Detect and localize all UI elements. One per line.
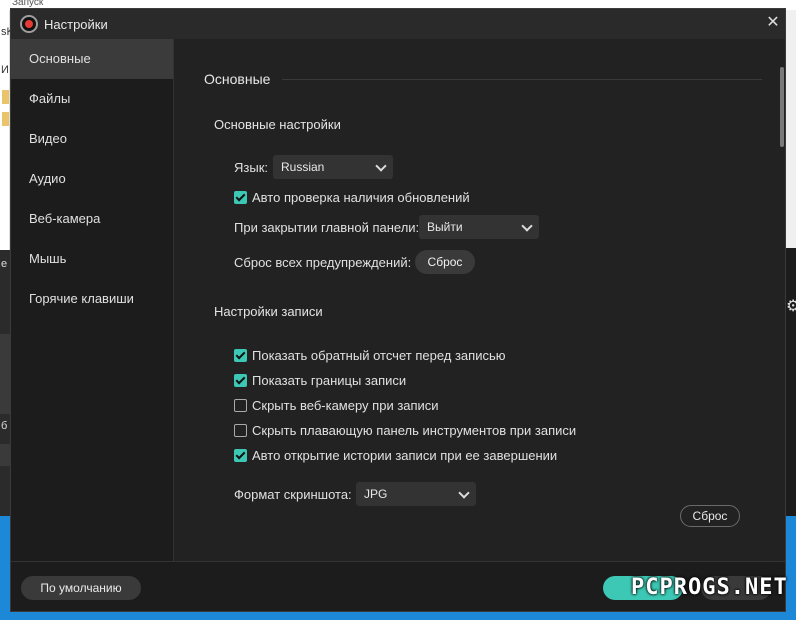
- close-icon[interactable]: ✕: [763, 13, 783, 33]
- sidebar-item-video[interactable]: Видео: [11, 119, 173, 159]
- close-panel-label: При закрытии главной панели:: [234, 220, 420, 235]
- language-label: Язык:: [234, 160, 268, 175]
- scrollbar-thumb[interactable]: [780, 67, 784, 147]
- background-mark: б: [1, 420, 8, 432]
- countdown-label: Показать обратный отсчет перед записью: [252, 348, 506, 363]
- sidebar-item-mouse[interactable]: Мышь: [11, 239, 173, 279]
- reset-warnings-label: Сброс всех предупреждений:: [234, 255, 412, 270]
- reset-recording-button[interactable]: Сброс: [680, 505, 740, 527]
- background-left-block: [0, 444, 10, 466]
- language-value: Russian: [281, 160, 325, 174]
- gear-icon: ⚙: [786, 298, 796, 315]
- sidebar-item-audio[interactable]: Аудио: [11, 159, 173, 199]
- hide-toolbar-option[interactable]: Скрыть плавающую панель инструментов при…: [234, 422, 577, 440]
- auto-update-checkbox[interactable]: [234, 191, 247, 204]
- recording-settings-heading: Настройки записи: [214, 304, 323, 319]
- window-title: Настройки: [44, 17, 108, 32]
- hide-toolbar-checkbox[interactable]: [234, 424, 247, 437]
- settings-sidebar: Основные Файлы Видео Аудио Веб-камера Мы…: [11, 39, 173, 561]
- show-borders-checkbox[interactable]: [234, 374, 247, 387]
- show-borders-option[interactable]: Показать границы записи: [234, 372, 554, 390]
- sidebar-item-webcam[interactable]: Веб-камера: [11, 199, 173, 239]
- watermark: PCPROGS.NET: [631, 575, 788, 600]
- dialog-footer: По умолчанию PCPROGS.NET: [11, 561, 788, 611]
- background-left-panel: sK И: [0, 10, 14, 250]
- countdown-checkbox[interactable]: [234, 349, 247, 362]
- screenshot-format-select[interactable]: JPG: [356, 482, 476, 506]
- open-history-checkbox[interactable]: [234, 449, 247, 462]
- settings-dialog: Настройки ✕ Основные Файлы Видео Аудио В…: [10, 8, 788, 612]
- settings-content: Основные Основные настройки Язык: Russia…: [173, 39, 785, 561]
- sidebar-item-general[interactable]: Основные: [11, 39, 173, 79]
- chevron-down-icon: [458, 487, 470, 499]
- show-borders-label: Показать границы записи: [252, 373, 407, 388]
- auto-update-label: Авто проверка наличия обновлений: [252, 190, 470, 205]
- background-folder-icon: [2, 112, 9, 126]
- chevron-down-icon: [375, 160, 387, 172]
- screenshot-format-value: JPG: [364, 487, 388, 501]
- general-settings-heading: Основные настройки: [214, 117, 341, 132]
- hide-webcam-option[interactable]: Скрыть веб-камеру при записи: [234, 397, 554, 415]
- background-mark: И: [1, 64, 9, 76]
- reset-warnings-button[interactable]: Сброс: [415, 250, 475, 274]
- record-icon: [20, 15, 38, 33]
- sidebar-item-files[interactable]: Файлы: [11, 79, 173, 119]
- background-right-panel: [786, 248, 796, 516]
- restore-defaults-button[interactable]: По умолчанию: [21, 576, 141, 600]
- section-divider: [282, 79, 762, 80]
- sidebar-item-hotkeys[interactable]: Горячие клавиши: [11, 279, 173, 319]
- countdown-option[interactable]: Показать обратный отсчет перед записью: [234, 347, 554, 365]
- language-select[interactable]: Russian: [273, 155, 393, 179]
- screenshot-format-label: Формат скриншота:: [234, 487, 352, 502]
- chevron-down-icon: [521, 220, 533, 232]
- page-title: Основные: [204, 71, 271, 87]
- background-launch-text: Запуск: [12, 0, 44, 8]
- close-panel-select[interactable]: Выйти: [419, 215, 539, 239]
- hide-webcam-checkbox[interactable]: [234, 399, 247, 412]
- hide-toolbar-label: Скрыть плавающую панель инструментов при…: [252, 423, 577, 438]
- open-history-option[interactable]: Авто открытие истории записи при ее заве…: [234, 447, 574, 465]
- background-mark: е: [1, 258, 8, 270]
- hide-webcam-label: Скрыть веб-камеру при записи: [252, 398, 439, 413]
- title-bar: Настройки ✕: [11, 9, 785, 39]
- background-folder-icon: [2, 90, 9, 104]
- close-panel-value: Выйти: [427, 220, 463, 234]
- auto-update-option[interactable]: Авто проверка наличия обновлений: [234, 189, 534, 207]
- open-history-label: Авто открытие истории записи при ее заве…: [252, 448, 558, 463]
- background-left-block: [0, 334, 10, 414]
